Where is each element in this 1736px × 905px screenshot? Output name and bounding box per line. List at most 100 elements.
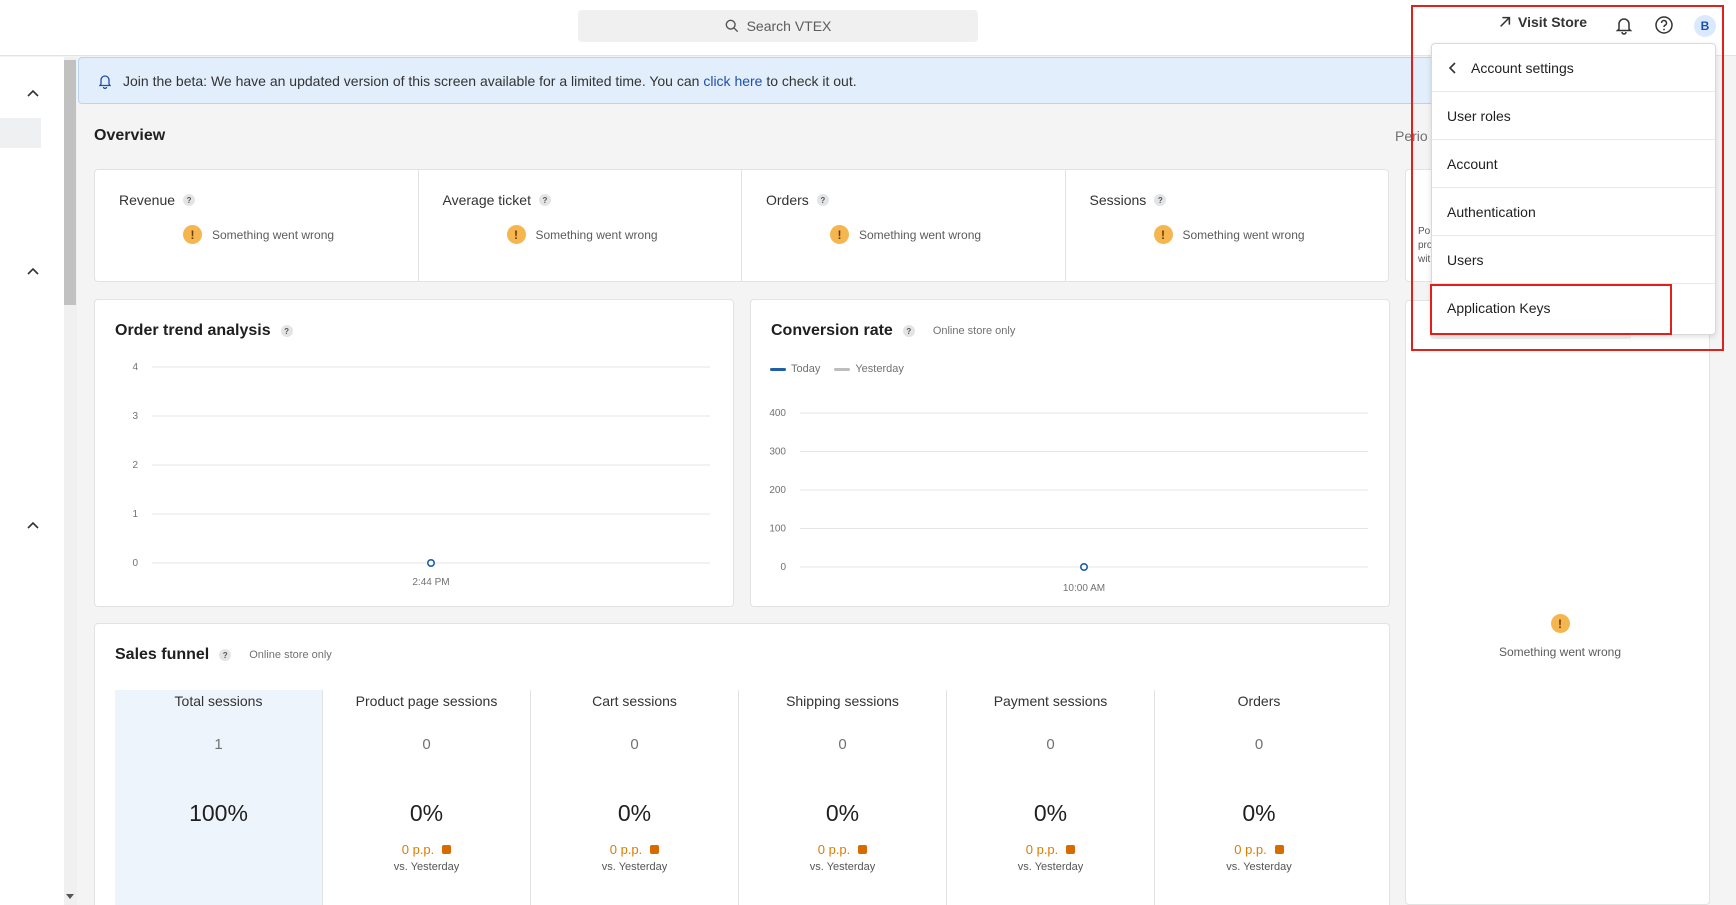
sidebar-selected-item[interactable] bbox=[0, 118, 41, 148]
funnel-comparison: vs. Yesterday bbox=[393, 861, 460, 873]
funnel-percentage: 0% bbox=[1033, 800, 1068, 826]
conversion-rate-chart: 400 300 200 100 0 10:00 AM bbox=[769, 408, 1368, 594]
funnel-percentage: 0% bbox=[617, 800, 652, 826]
search-icon bbox=[725, 19, 738, 33]
menu-item-user-roles[interactable]: User roles bbox=[1432, 92, 1715, 140]
warning-icon: ! bbox=[830, 225, 849, 244]
conversion-rate-title: Conversion rate ? Online store only bbox=[771, 322, 1015, 340]
funnel-column: Shipping sessions 0 0% 0 p.p. vs. Yesterday bbox=[739, 690, 947, 905]
legend-yesterday[interactable]: Yesterday bbox=[834, 363, 904, 375]
chart-legend: Today Yesterday bbox=[770, 363, 904, 375]
funnel-count: 0 bbox=[838, 736, 847, 753]
conversion-rate-subtitle: Online store only bbox=[932, 325, 1016, 337]
metric-label: Revenue bbox=[119, 192, 176, 208]
funnel-count: 0 bbox=[422, 736, 431, 753]
account-settings-menu: Account settings User roles Account Auth… bbox=[1431, 43, 1716, 335]
order-trend-chart: 4 3 2 1 0 2:44 PM bbox=[132, 362, 710, 588]
conversion-rate-title-text: Conversion rate bbox=[771, 322, 893, 339]
x-tick-label: 2:44 PM bbox=[412, 577, 449, 588]
order-trend-title: Order trend analysis ? bbox=[115, 322, 293, 340]
funnel-column: Payment sessions 0 0% 0 p.p. vs. Yesterday bbox=[947, 690, 1155, 905]
funnel-change-value: 0 p.p. bbox=[817, 842, 851, 857]
help-icon[interactable]: ? bbox=[538, 194, 551, 206]
metric-average-ticket: Average ticket? ! Something went wrong bbox=[419, 170, 742, 281]
menu-back-account-settings[interactable]: Account settings bbox=[1432, 44, 1715, 92]
change-indicator-icon bbox=[650, 845, 660, 854]
funnel-change: 0 p.p. bbox=[531, 842, 738, 857]
chevron-up-icon[interactable] bbox=[26, 518, 40, 532]
funnel-column: Orders 0 0% 0 p.p. vs. Yesterday bbox=[1155, 690, 1363, 905]
funnel-column-label: Product page sessions bbox=[355, 693, 498, 709]
search-input[interactable]: Search VTEX bbox=[578, 10, 978, 42]
funnel-percentage: 0% bbox=[1242, 800, 1276, 826]
x-tick-label: 10:00 AM bbox=[1063, 583, 1105, 594]
bell-icon[interactable] bbox=[1614, 15, 1634, 35]
help-icon[interactable]: ? bbox=[219, 649, 232, 661]
peek-text: Po bbox=[1418, 226, 1431, 237]
help-icon[interactable]: ? bbox=[1154, 194, 1167, 206]
funnel-column: Cart sessions 0 0% 0 p.p. vs. Yesterday bbox=[531, 690, 739, 905]
data-point[interactable] bbox=[426, 559, 435, 568]
funnel-comparison: vs. Yesterday bbox=[1017, 861, 1084, 873]
help-icon[interactable] bbox=[1654, 15, 1674, 35]
overview-title: Overview bbox=[94, 127, 166, 144]
banner-text-before: Join the beta: We have an updated versio… bbox=[123, 72, 704, 89]
change-indicator-icon bbox=[858, 845, 868, 854]
metric-orders: Orders? ! Something went wrong bbox=[742, 170, 1066, 281]
legend-today[interactable]: Today bbox=[770, 363, 820, 375]
menu-header-label: Account settings bbox=[1471, 59, 1574, 76]
funnel-comparison: vs. Yesterday bbox=[809, 861, 876, 873]
funnel-comparison: vs. Yesterday bbox=[1226, 861, 1292, 873]
visit-store-label: Visit Store bbox=[1518, 14, 1587, 30]
funnel-change-value: 0 p.p. bbox=[609, 842, 643, 857]
y-tick-label: 4 bbox=[132, 362, 138, 373]
banner-text: Join the beta: We have an updated versio… bbox=[123, 73, 857, 89]
menu-item-application-keys[interactable]: Application Keys bbox=[1432, 284, 1715, 332]
sales-funnel-title-text: Sales funnel bbox=[115, 646, 210, 663]
menu-item-users[interactable]: Users bbox=[1432, 236, 1715, 284]
metric-label: Orders bbox=[766, 192, 809, 208]
scrollbar-thumb[interactable] bbox=[64, 60, 76, 305]
help-icon[interactable]: ? bbox=[816, 194, 829, 206]
right-panel-card bbox=[1405, 300, 1710, 905]
funnel-percentage: 100% bbox=[189, 800, 248, 826]
chevron-up-icon[interactable] bbox=[26, 264, 40, 278]
warning-icon: ! bbox=[506, 225, 526, 244]
data-point[interactable] bbox=[1079, 563, 1088, 572]
change-indicator-icon bbox=[1274, 845, 1284, 854]
bell-icon bbox=[98, 74, 112, 89]
funnel-percentage: 0% bbox=[825, 800, 860, 826]
funnel-count: 0 bbox=[1046, 736, 1055, 753]
help-icon[interactable]: ? bbox=[280, 325, 293, 337]
funnel-column: Product page sessions 0 0% 0 p.p. vs. Yester… bbox=[323, 690, 531, 905]
metric-label: Average ticket bbox=[442, 192, 531, 208]
order-trend-title-text: Order trend analysis bbox=[115, 322, 271, 339]
banner-click-here-link[interactable]: click here bbox=[703, 73, 762, 89]
error-message: Something went wrong bbox=[535, 227, 658, 242]
help-icon[interactable]: ? bbox=[183, 194, 196, 206]
visit-store-link[interactable]: Visit Store bbox=[1498, 14, 1587, 30]
peek-text: wit bbox=[1418, 254, 1431, 265]
y-tick-label: 300 bbox=[769, 447, 786, 458]
funnel-count: 0 bbox=[1254, 736, 1264, 753]
scroll-down-arrow-icon[interactable] bbox=[66, 892, 74, 900]
sales-funnel-title: Sales funnel ? Online store only bbox=[115, 646, 332, 664]
search-placeholder: Search VTEX bbox=[746, 18, 832, 34]
menu-item-authentication[interactable]: Authentication bbox=[1432, 188, 1715, 236]
metric-label: Sessions bbox=[1089, 192, 1147, 208]
legend-yesterday-label: Yesterday bbox=[855, 363, 904, 375]
funnel-count: 1 bbox=[214, 736, 223, 753]
error-message: Something went wrong bbox=[859, 227, 982, 242]
warning-icon: ! bbox=[183, 225, 202, 244]
menu-item-account[interactable]: Account bbox=[1432, 140, 1715, 188]
metrics-row: Revenue? ! Something went wrong Average t… bbox=[94, 169, 1389, 282]
y-tick-label: 2 bbox=[132, 460, 138, 471]
funnel-change: 0 p.p. bbox=[323, 842, 530, 857]
avatar[interactable]: B bbox=[1694, 15, 1716, 37]
warning-icon: ! bbox=[1153, 225, 1173, 244]
y-tick-label: 400 bbox=[769, 408, 786, 419]
funnel-column-label: Cart sessions bbox=[592, 693, 677, 709]
help-icon[interactable]: ? bbox=[902, 325, 915, 337]
chevron-up-icon[interactable] bbox=[26, 86, 40, 100]
y-tick-label: 0 bbox=[132, 558, 138, 569]
